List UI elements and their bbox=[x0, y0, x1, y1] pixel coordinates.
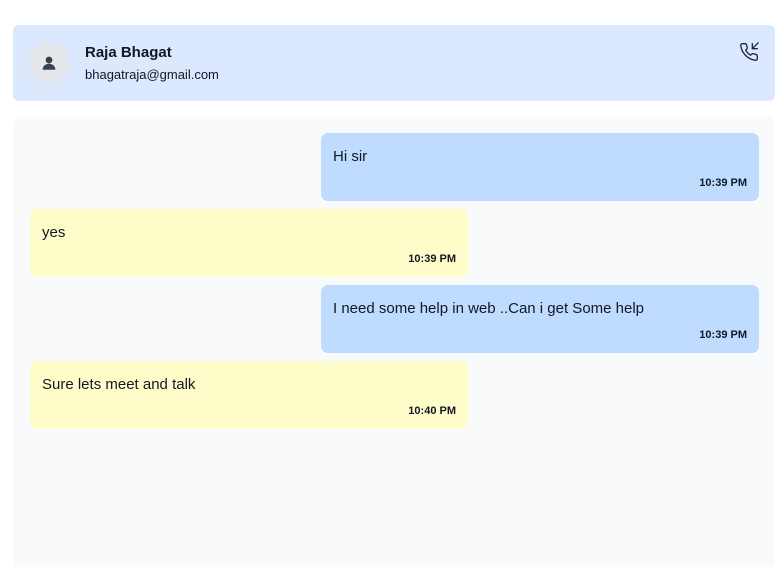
phone-incoming-icon bbox=[740, 42, 759, 61]
user-icon bbox=[42, 56, 56, 70]
message-incoming: Sure lets meet and talk 10:40 PM bbox=[30, 361, 468, 429]
message-outgoing: Hi sir 10:39 PM bbox=[321, 133, 759, 201]
message-time: 10:39 PM bbox=[699, 329, 747, 341]
message-text: Sure lets meet and talk bbox=[42, 376, 196, 393]
call-button[interactable] bbox=[737, 40, 761, 64]
message-list[interactable]: Hi sir 10:39 PM yes 10:39 PM I need some… bbox=[13, 117, 775, 567]
contact-email: bhagatraja@gmail.com bbox=[85, 67, 219, 82]
avatar bbox=[29, 43, 69, 83]
contact-name: Raja Bhagat bbox=[85, 44, 172, 61]
message-text: yes bbox=[42, 224, 66, 241]
message-text: I need some help in web ..Can i get Some… bbox=[333, 300, 645, 317]
message-time: 10:40 PM bbox=[408, 405, 456, 417]
message-text: Hi sir bbox=[333, 148, 368, 165]
message-outgoing: I need some help in web ..Can i get Some… bbox=[321, 285, 759, 353]
message-time: 10:39 PM bbox=[699, 177, 747, 189]
chat-header: Raja Bhagat bhagatraja@gmail.com bbox=[13, 25, 775, 101]
message-time: 10:39 PM bbox=[408, 253, 456, 265]
message-incoming: yes 10:39 PM bbox=[30, 209, 468, 277]
